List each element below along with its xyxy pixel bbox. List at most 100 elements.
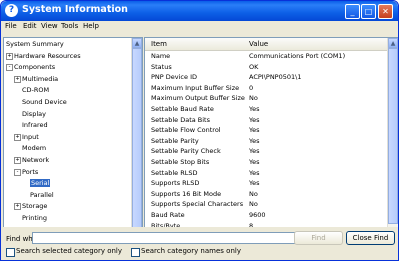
tree-item-label: Multimedia <box>22 74 59 83</box>
item-cell: Settable Parity <box>151 136 199 145</box>
item-cell: Status <box>151 62 172 71</box>
table-row[interactable]: Settable Parity Check Yes <box>145 147 387 155</box>
system-information-window: ? System Information _ □ ✕ File Edit Vie… <box>0 0 399 261</box>
value-cell: Yes <box>249 136 260 145</box>
table-row[interactable]: Maximum Input Buffer Size 0 <box>145 84 387 92</box>
tree-item-label: Hardware Resources <box>14 51 81 60</box>
item-cell: Settable Parity Check <box>151 147 221 156</box>
item-cell: Supports Special Characters <box>151 200 244 209</box>
table-row[interactable]: PNP Device ID ACPI\PNP0501\1 <box>145 73 387 81</box>
minimize-button[interactable]: _ <box>345 4 360 19</box>
item-cell: PNP Device ID <box>151 73 197 82</box>
tree-item-label: Ports <box>22 167 39 176</box>
expand-icon[interactable]: + <box>14 203 21 211</box>
close-find-button[interactable]: Close Find <box>346 231 395 245</box>
tree-item-label: Network <box>22 156 50 164</box>
list-vertical-scrollbar[interactable]: ▲ ▼ <box>387 38 398 241</box>
details-list[interactable]: Item Value Name Communications Port (COM1… <box>144 37 398 254</box>
maximize-button[interactable]: □ <box>361 4 376 19</box>
expand-icon[interactable]: + <box>14 157 21 164</box>
find-button[interactable]: Find <box>294 231 343 245</box>
table-row[interactable]: Status OK <box>145 63 387 71</box>
app-info-icon: ? <box>5 4 18 17</box>
value-cell: Yes <box>249 126 260 135</box>
menu-view[interactable]: View <box>41 22 58 30</box>
table-row[interactable]: Settable Flow Control Yes <box>145 126 387 134</box>
collapse-icon[interactable]: - <box>14 168 21 176</box>
title-bar[interactable]: ? System Information _ □ ✕ <box>1 1 398 21</box>
expand-icon[interactable]: + <box>14 133 21 141</box>
table-row[interactable]: Supports 16 Bit Mode No <box>145 190 387 198</box>
value-cell: 0 <box>249 83 254 92</box>
search-category-names-label: Search category names only <box>141 247 241 255</box>
list-scroll-up-button[interactable]: ▲ <box>388 38 398 48</box>
item-cell: Settable Flow Control <box>151 126 221 135</box>
tree-item-label: CD-ROM <box>22 86 50 95</box>
table-row[interactable]: Settable Baud Rate Yes <box>145 105 387 113</box>
tree-scroll-up-button[interactable]: ▲ <box>132 38 142 48</box>
search-selected-category-checkbox[interactable] <box>6 248 15 257</box>
value-cell: Yes <box>249 158 260 166</box>
value-cell: Communications Port (COM1) <box>249 52 346 60</box>
value-cell: 9600 <box>249 211 266 219</box>
tree-item-label: Serial <box>30 179 51 188</box>
item-cell: Supports RLSD <box>151 179 200 188</box>
tree-item-label: Input <box>22 132 39 141</box>
table-row[interactable]: Settable Stop Bits Yes <box>145 158 387 166</box>
expand-icon[interactable]: + <box>6 52 13 60</box>
item-cell: Name <box>151 52 171 60</box>
search-selected-category-label: Search selected category only <box>16 247 123 255</box>
value-cell: No <box>249 94 258 103</box>
tree-vertical-scrollbar[interactable]: ▲ ▼ <box>131 38 142 251</box>
tree-item-label: Sound Device <box>22 98 67 106</box>
value-cell: Yes <box>249 179 260 188</box>
menu-help[interactable]: Help <box>83 22 99 30</box>
value-cell: No <box>249 200 258 209</box>
list-header: Item Value <box>145 38 387 51</box>
find-bar: Find what: Find Close Find Search select… <box>1 227 398 260</box>
tree-item-label: System Summary <box>6 40 64 48</box>
table-row[interactable]: Settable Data Bits Yes <box>145 116 387 124</box>
table-row[interactable]: Maximum Output Buffer Size No <box>145 94 387 102</box>
item-cell: Settable Data Bits <box>151 115 210 124</box>
column-header-item[interactable]: Item <box>151 40 167 48</box>
column-header-value[interactable]: Value <box>249 40 268 48</box>
value-cell: Yes <box>249 105 260 113</box>
tree-item-label: Display <box>22 109 46 118</box>
tree-item-label: Components <box>14 63 56 72</box>
value-cell: OK <box>249 62 259 71</box>
item-cell: Baud Rate <box>151 211 185 219</box>
table-row[interactable]: Baud Rate 9600 <box>145 211 387 219</box>
item-cell: Settable Baud Rate <box>151 105 214 113</box>
item-cell: Maximum Output Buffer Size <box>151 94 245 103</box>
table-row[interactable]: Supports RLSD Yes <box>145 179 387 187</box>
table-row[interactable]: Supports Special Characters No <box>145 200 387 208</box>
tree-item-label: Storage <box>22 202 48 211</box>
tree-item-label: Parallel <box>30 190 54 199</box>
tree-item-label: Modem <box>22 144 47 153</box>
tree-item-label: Printing <box>22 214 48 222</box>
table-row[interactable]: Settable RLSD Yes <box>145 169 387 177</box>
value-cell: No <box>249 189 258 198</box>
menu-bar: File Edit View Tools Help <box>1 21 398 33</box>
value-cell: Yes <box>249 147 260 156</box>
expand-icon[interactable]: + <box>14 75 21 83</box>
category-tree[interactable]: System Summary + Hardware Resources - Compon… <box>3 37 143 254</box>
value-cell: ACPI\PNP0501\1 <box>249 73 302 82</box>
close-button[interactable]: ✕ <box>378 4 393 19</box>
item-cell: Settable RLSD <box>151 168 198 177</box>
search-category-names-checkbox[interactable] <box>131 248 140 257</box>
menu-edit[interactable]: Edit <box>23 22 37 30</box>
value-cell: Yes <box>249 168 260 177</box>
value-cell: Yes <box>249 115 260 124</box>
tree-item-label: Infrared <box>22 121 48 130</box>
menu-tools[interactable]: Tools <box>61 22 78 30</box>
list-scroll-thumb[interactable] <box>388 48 398 224</box>
tree-scroll-thumb[interactable] <box>132 48 142 233</box>
table-row[interactable]: Name Communications Port (COM1) <box>145 52 387 60</box>
find-what-input[interactable] <box>32 232 306 244</box>
collapse-icon[interactable]: - <box>6 64 13 72</box>
item-cell: Supports 16 Bit Mode <box>151 189 222 198</box>
menu-file[interactable]: File <box>5 22 17 30</box>
table-row[interactable]: Settable Parity Yes <box>145 137 387 145</box>
